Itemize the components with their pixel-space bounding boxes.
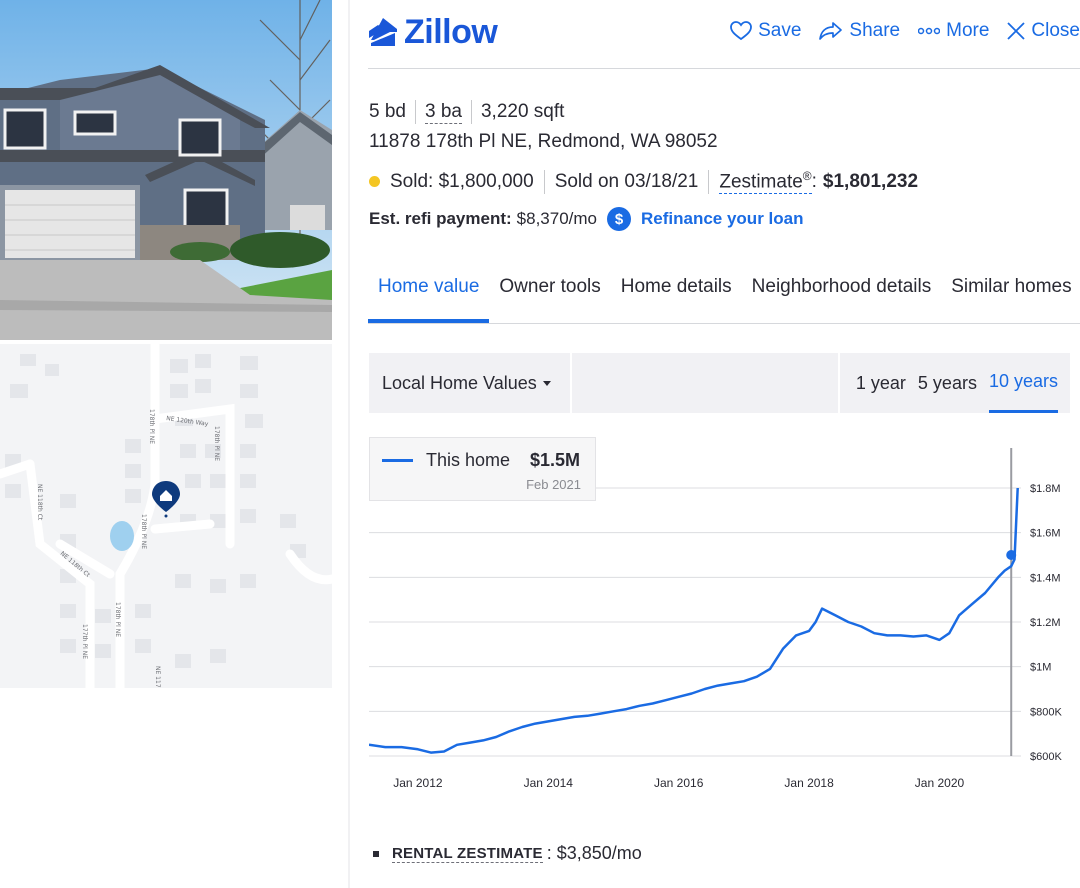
range-1-year[interactable]: 1 year (856, 353, 906, 413)
range-5-years[interactable]: 5 years (918, 353, 977, 413)
x-tick-label: Jan 2016 (654, 776, 704, 790)
map-street-label: 178th Pl NE (213, 426, 220, 461)
map-street-label: NE 117 (154, 666, 161, 688)
home-address: 11878 178th Pl NE, Redmond, WA 98052 (369, 131, 718, 152)
home-photo[interactable] (0, 0, 332, 340)
dropdown-label: Local Home Values (382, 372, 537, 393)
save-button[interactable]: Save (730, 20, 801, 42)
zillow-logo-text: Zillow (404, 12, 498, 51)
y-tick-label: $1.6M (1030, 528, 1061, 540)
zestimate-colon: : (811, 170, 817, 192)
x-tick-label: Jan 2014 (524, 776, 574, 790)
y-axis-ticks: $600K $800K $1M $1.2M $1.4M $1.6M $1.8M (1030, 483, 1062, 763)
sqft-value: 3,220 sqft (480, 101, 565, 122)
refi-value: $8,370/mo (516, 209, 597, 228)
tab-home-details[interactable]: Home details (611, 266, 742, 323)
y-tick-label: $1.8M (1030, 483, 1061, 495)
facts-separator (470, 100, 472, 124)
refi-label: Est. refi payment: (369, 209, 512, 228)
baths-value[interactable]: 3 ba (424, 101, 462, 124)
map-street-label: 178th Pl NE (114, 602, 121, 637)
x-axis-ticks: Jan 2012 Jan 2014 Jan 2016 Jan 2018 Jan 2020 (393, 776, 964, 790)
left-panel: NE 120th Way 178th Pl NE 178th Pl NE NE … (0, 0, 332, 888)
zestimate-reg-mark: ® (802, 169, 812, 183)
share-label: Share (849, 20, 901, 41)
bullet-icon (373, 850, 379, 857)
status-separator (708, 169, 710, 194)
y-tick-label: $1M (1030, 662, 1051, 674)
chart-toolbar: Local Home Values 1 year 5 years 10 year… (369, 353, 1070, 413)
close-label: Close (1031, 20, 1080, 41)
tab-home-value[interactable]: Home value (368, 266, 490, 323)
map-street-label: 178th Pl NE (148, 409, 155, 444)
beds-value: 5 bd (369, 101, 406, 122)
rental-zestimate-value: : $3,850/mo (546, 843, 642, 863)
zestimate-value: $1,801,232 (822, 170, 919, 192)
heart-icon (730, 21, 753, 41)
tab-owner-tools[interactable]: Owner tools (489, 266, 610, 323)
rental-zestimate: RENTAL ZESTIMATE : $3,850/mo (373, 843, 642, 864)
save-label: Save (758, 20, 802, 41)
facts-separator (414, 100, 416, 124)
tab-neighborhood-details[interactable]: Neighborhood details (742, 266, 942, 323)
sale-status: Sold: $1,800,000 Sold on 03/18/21 Zestim… (369, 169, 919, 195)
panel-divider (348, 0, 350, 888)
map-street-label: 178th Pl NE (140, 514, 147, 549)
rental-zestimate-label[interactable]: RENTAL ZESTIMATE (392, 845, 543, 863)
home-details-page: NE 120th Way 178th Pl NE 178th Pl NE NE … (0, 0, 1080, 888)
refi-row: Est. refi payment: $8,370/mo $ Refinance… (369, 207, 803, 231)
close-icon (1007, 22, 1026, 40)
series-swatch (382, 459, 413, 462)
sold-date: Sold on 03/18/21 (554, 170, 699, 192)
chart-grid (369, 487, 1021, 757)
zillow-logo[interactable]: Zillow (368, 12, 498, 51)
tooltip-value: $1.5M (530, 450, 581, 470)
chart-tooltip: This home $1.5M Feb 2021 (369, 437, 596, 501)
location-map[interactable]: NE 120th Way 178th Pl NE 178th Pl NE NE … (0, 344, 332, 688)
local-home-values-dropdown[interactable]: Local Home Values (369, 353, 572, 413)
y-tick-label: $1.4M (1030, 572, 1061, 584)
more-icon (918, 27, 941, 35)
map-street-label: 177th Pl NE (81, 624, 88, 659)
this-home-series-line (369, 487, 1019, 754)
y-tick-label: $1.2M (1030, 617, 1061, 629)
range-10-years[interactable]: 10 years (988, 353, 1058, 413)
header-actions: Save Share More Close (730, 20, 1080, 42)
map-street-label: NE 118th Ct (36, 484, 43, 521)
x-tick-label: Jan 2012 (393, 776, 443, 790)
x-tick-label: Jan 2018 (784, 776, 834, 790)
time-range-selector: 1 year 5 years 10 years (838, 353, 1070, 413)
share-icon (819, 22, 843, 40)
more-label: More (946, 20, 990, 41)
y-tick-label: $600K (1030, 751, 1062, 763)
x-tick-label: Jan 2020 (915, 776, 965, 790)
share-button[interactable]: Share (819, 20, 900, 42)
header-divider (368, 68, 1080, 69)
caret-down-icon (542, 380, 551, 386)
tab-similar-homes[interactable]: Similar homes (941, 266, 1080, 323)
sold-price: Sold: $1,800,000 (390, 170, 534, 192)
home-facts: 5 bd 3 ba 3,220 sqft (369, 100, 564, 124)
highlight-point (1006, 550, 1017, 560)
y-tick-label: $800K (1030, 706, 1062, 718)
tooltip-series-name: This home (426, 450, 511, 470)
sold-status-dot (369, 176, 380, 188)
zestimate-label[interactable]: Zestimate® (719, 169, 812, 195)
zestimate-label-text: Zestimate (719, 171, 803, 193)
close-button[interactable]: Close (1007, 20, 1080, 42)
zillow-logo-icon (369, 18, 397, 46)
tooltip-date: Feb 2021 (526, 477, 581, 492)
status-separator (543, 169, 545, 194)
detail-tabs: Home value Owner tools Home details Neig… (368, 266, 1080, 324)
dollar-icon: $ (607, 207, 631, 231)
more-button[interactable]: More (918, 20, 989, 42)
refinance-link[interactable]: Refinance your loan (641, 209, 803, 229)
